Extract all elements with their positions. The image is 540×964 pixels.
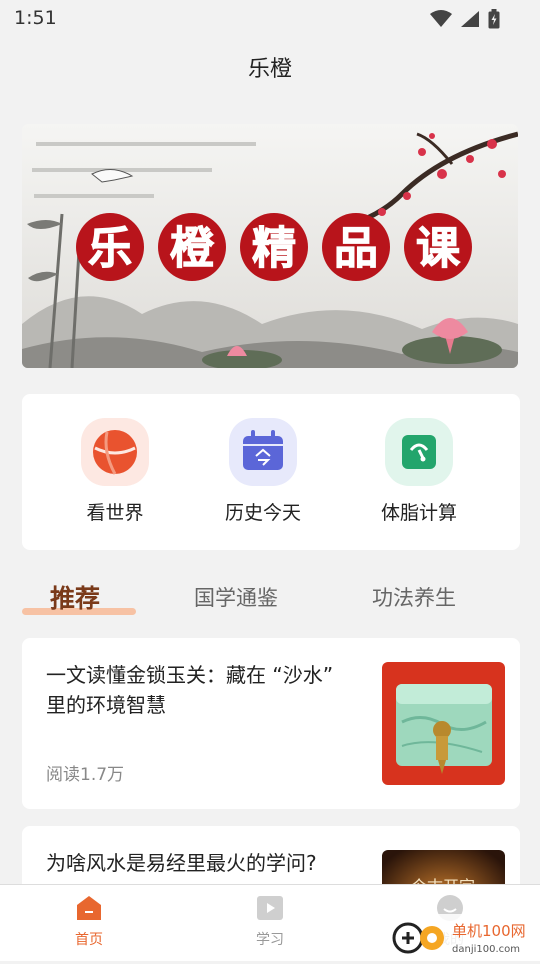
quick-links-card: 看世界 历史今天 体脂计算: [22, 394, 520, 550]
play-icon: [257, 896, 283, 920]
banner-char: 橙: [170, 223, 215, 274]
nav-label: 首页: [75, 932, 103, 948]
tab-recommend[interactable]: 推荐: [50, 579, 100, 615]
banner-char: 乐: [88, 223, 132, 274]
article-card[interactable]: 一文读懂金锁玉关：藏在 “沙水” 里的环境智慧 阅读1.7万: [22, 638, 520, 809]
wifi-icon: [430, 10, 452, 27]
watermark: 单机100网 danji100.com: [388, 914, 538, 960]
article-title: 一文读懂金锁玉关：藏在 “沙水” 里的环境智慧: [46, 663, 334, 717]
quick-link-history-today[interactable]: 历史今天: [188, 418, 338, 525]
quick-link-label: 历史今天: [224, 502, 301, 524]
watermark-logo: 单机100网 danji100.com: [388, 914, 538, 960]
calendar-icon: [229, 418, 297, 486]
banner-char: 课: [416, 223, 461, 274]
status-bar: 1:51: [0, 0, 540, 36]
nav-home[interactable]: 首页: [44, 893, 134, 949]
battery-icon: [488, 9, 500, 29]
article-read-count: 阅读1.7万: [46, 765, 125, 785]
tab-guoxue[interactable]: 国学通鉴: [194, 582, 278, 612]
nav-study[interactable]: 学习: [225, 893, 315, 949]
quick-link-body-fat[interactable]: 体脂计算: [344, 418, 494, 525]
signal-icon: [461, 11, 479, 27]
status-time: 1:51: [14, 7, 57, 29]
article-title: 为啥风水是易经里最火的学问?: [46, 851, 317, 875]
quick-link-label: 看世界: [86, 502, 144, 524]
page-title: 乐橙: [247, 57, 292, 82]
jade-seal-image: [382, 662, 505, 785]
home-icon: [77, 896, 101, 920]
banner-char: 精: [252, 223, 296, 274]
quick-link-label: 体脂计算: [380, 502, 457, 524]
article-thumbnail: [382, 662, 505, 785]
status-icons: [430, 9, 500, 29]
tab-health[interactable]: 功法养生: [372, 582, 456, 612]
globe-icon: [81, 418, 149, 486]
watermark-url: danji100.com: [452, 944, 520, 955]
watermark-name: 单机100网: [452, 922, 526, 940]
category-tabs: 推荐 国学通鉴 功法养生: [0, 572, 540, 624]
banner[interactable]: 乐 橙 精 品 课: [22, 124, 518, 368]
scale-icon: [385, 418, 453, 486]
title-bar: 乐橙: [0, 36, 540, 102]
nav-label: 学习: [256, 932, 284, 948]
banner-char: 品: [334, 223, 378, 274]
banner-art: 乐 橙 精 品 课: [22, 124, 518, 368]
quick-link-world[interactable]: 看世界: [40, 418, 190, 525]
